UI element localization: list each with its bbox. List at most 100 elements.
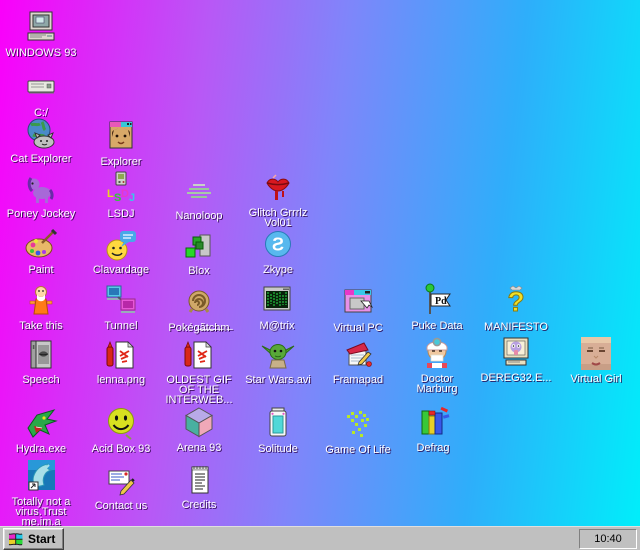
win93-flag-icon — [8, 531, 24, 547]
blox-icon — [181, 228, 217, 264]
pony-icon — [23, 171, 59, 207]
svg-text:?: ? — [507, 286, 524, 317]
desktop-icon-oldest-gif[interactable]: OLDEST GIF OF THE INTERWEB... — [161, 337, 237, 406]
helix-icon — [181, 285, 217, 321]
icon-label: Virtual PC — [333, 322, 383, 334]
desktop-icon-poney-jockey[interactable]: Poney Jockey — [3, 171, 79, 220]
dragon-icon — [23, 406, 59, 442]
icon-label: Virtual Girl — [570, 373, 622, 385]
computer-icon — [23, 10, 59, 46]
icon-label: Cat Explorer — [10, 153, 72, 165]
icon-label: DEREG32.E... — [480, 372, 552, 384]
start-button[interactable]: Start — [3, 527, 65, 550]
icon-label: LSDJ — [107, 208, 135, 220]
svg-text:S: S — [272, 235, 284, 255]
icon-label: Solitude — [258, 443, 298, 455]
clock: 10:40 — [594, 532, 622, 545]
virtualgirl-icon — [578, 336, 614, 372]
icon-label: lenna.png — [96, 374, 146, 386]
icon-label: Puke Data — [411, 320, 463, 332]
lips-icon — [260, 170, 296, 206]
drive-icon — [23, 70, 59, 106]
desktop-icon-manifesto[interactable]: ? MANIFESTO — [478, 284, 554, 333]
zkype-icon: S — [260, 227, 296, 263]
desktop-icon-solitude[interactable]: Solitude — [240, 406, 316, 455]
desktop-icon-blox[interactable]: Blox — [161, 228, 237, 277]
dereg-icon — [498, 335, 534, 371]
gameoflife-icon — [340, 407, 376, 443]
desktop-icon-cat-explorer[interactable]: Cat Explorer — [3, 116, 79, 165]
icon-label: Pokég̶ã̶t̶c̶h̶m̶ — [168, 322, 230, 334]
clock-tray[interactable]: 10:40 — [579, 528, 637, 549]
desktop-icon-speech[interactable]: Speech — [3, 337, 79, 386]
desktop-icon-lenna-png[interactable]: lenna.png — [83, 337, 159, 386]
palette-icon — [23, 227, 59, 263]
desktop-icon-zkype[interactable]: S Zkype — [240, 227, 316, 276]
pdflag-icon: Pd — [419, 283, 455, 319]
svg-text:J: J — [129, 192, 135, 204]
icon-label: Contact us — [94, 500, 148, 512]
icon-label: Paint — [28, 264, 54, 276]
question-icon: ? — [498, 284, 534, 320]
desktop-icon-framapad[interactable]: Framapad — [320, 337, 396, 386]
icon-label: WINDOWS 93 — [5, 47, 77, 59]
desktop-icon-puke-data[interactable]: Pd Puke Data — [399, 283, 475, 332]
icon-label: Zkype — [263, 264, 293, 276]
speechbook-icon — [23, 337, 59, 373]
desktop-icon-clavardage[interactable]: Clavardage — [83, 227, 159, 276]
desktop-icon-tunnel[interactable]: Tunnel — [83, 283, 159, 332]
explorerface-icon — [103, 119, 139, 155]
icon-label: Arena 93 — [176, 442, 222, 454]
icon-label: Star Wars.avi — [245, 374, 311, 386]
desktop-icon-virtual-pc[interactable]: Virtual PC — [320, 285, 396, 334]
icon-label: MANIFESTO — [484, 321, 548, 333]
desktop-icon-acid-box-93[interactable]: Acid Box 93 — [83, 406, 159, 455]
desktop-icon-pokegotchi[interactable]: Pokég̶ã̶t̶c̶h̶m̶ — [161, 285, 237, 334]
desktop-icon-windows-93[interactable]: WINDOWS 93 — [3, 10, 79, 59]
icon-label: Defrag — [416, 442, 450, 454]
desktop-icon-c-drive[interactable]: C:/ — [3, 70, 79, 119]
desktop-icon-doctor-marburg[interactable]: Doctor Marburg — [399, 336, 475, 395]
matrix-icon — [259, 283, 295, 319]
icon-label: Glitch Grrrlz Vol01 — [248, 207, 308, 229]
desktop-icon-hydra-exe[interactable]: Hydra.exe — [3, 406, 79, 455]
desktop-icon-defrag[interactable]: Defrag — [395, 405, 471, 454]
framapad-icon — [340, 337, 376, 373]
desktop-icon-game-of-life[interactable]: Game Of Life — [320, 407, 396, 456]
desktop-icon-credits[interactable]: Credits — [161, 462, 237, 511]
desktop-icon-explorer[interactable]: Explorer — [83, 119, 159, 168]
icon-label: Explorer — [100, 156, 142, 168]
icon-label: Hydra.exe — [15, 443, 67, 455]
desktop-icon-lsdj[interactable]: L S D J LSDJ — [83, 171, 159, 220]
icon-label: OLDEST GIF OF THE INTERWEB... — [165, 374, 233, 406]
desktop-icon-dereg32[interactable]: DEREG32.E... — [478, 335, 554, 384]
crayondoc-icon — [103, 337, 139, 373]
icon-label: Take this — [19, 320, 63, 332]
catglobe-icon — [23, 116, 59, 152]
desktop-icon-paint[interactable]: Paint — [3, 227, 79, 276]
icon-label: Nanoloop — [175, 210, 223, 222]
desktop-icon-take-this[interactable]: Take this — [3, 283, 79, 332]
desktop-icon-nanoloop[interactable]: Nanoloop — [161, 173, 237, 222]
desktop-icon-contact-us[interactable]: Contact us — [83, 463, 159, 512]
svg-text:L: L — [107, 188, 114, 200]
icon-label: Speech — [22, 374, 60, 386]
doctor-icon — [419, 336, 455, 372]
icon-label: Credits — [181, 499, 217, 511]
nanoloop-icon — [181, 173, 217, 209]
icon-label: Blox — [188, 265, 210, 277]
icon-label: Totally not a virus.Trust me.im.a — [11, 496, 71, 527]
oldman-icon — [23, 283, 59, 319]
credits-icon — [181, 462, 217, 498]
icon-label: Clavardage — [92, 264, 150, 276]
desktop-icon-matrix[interactable]: M@trix — [239, 283, 315, 332]
desktop-icon-not-a-virus[interactable]: Totally not a virus.Trust me.im.a — [3, 459, 79, 526]
desktop-icon-star-wars-avi[interactable]: Star Wars.avi — [240, 337, 316, 386]
acidsmiley-icon — [103, 406, 139, 442]
yoda-icon — [260, 337, 296, 373]
desktop-icon-glitch-grrrlz[interactable]: Glitch Grrrlz Vol01 — [240, 170, 316, 229]
desktop[interactable]: WINDOWS 93 C:/ Cat Explorer Explorer Poney J… — [0, 0, 640, 526]
desktop-icon-arena-93[interactable]: Arena 93 — [161, 405, 237, 454]
icon-label: Framapad — [332, 374, 384, 386]
desktop-icon-virtual-girl[interactable]: Virtual Girl — [558, 336, 634, 385]
